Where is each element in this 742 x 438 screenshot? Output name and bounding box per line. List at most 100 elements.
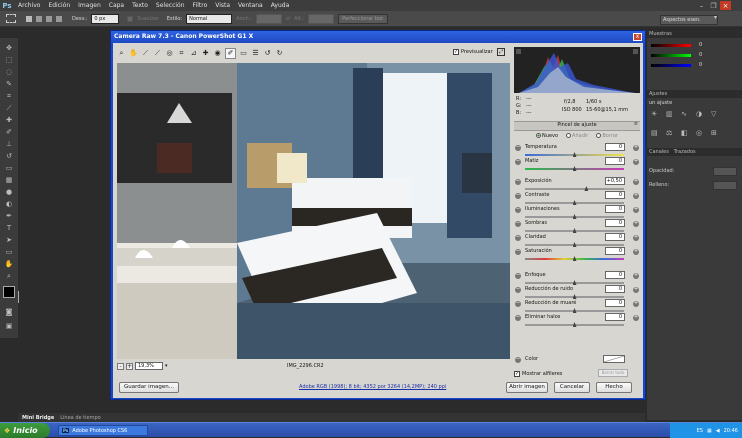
add-selection-icon[interactable] [36,15,42,22]
channel-mixer-icon[interactable]: ⊞ [711,129,723,145]
vibrance-icon[interactable]: ▽ [711,110,723,126]
straighten-tool-icon[interactable]: ⊿ [189,49,198,58]
decrease-icon[interactable]: − [515,301,521,307]
slider-value-input[interactable]: 0 [605,233,625,241]
width-input[interactable] [255,13,282,24]
network-icon[interactable]: ▦ [707,428,712,434]
cancel-button[interactable]: Cancelar [554,382,590,393]
menu-imagen[interactable]: Imagen [74,0,105,11]
zoom-tool-icon[interactable]: ⌕ [117,49,126,58]
mode-new-radio[interactable] [536,133,542,138]
increase-icon[interactable]: + [633,301,639,307]
clock[interactable]: 20:46 [724,428,738,434]
rotate-cw-icon[interactable]: ↻ [275,49,284,58]
slider-value-input[interactable]: 0 [605,313,625,321]
decrease-icon[interactable]: − [515,145,521,151]
antialias-checkbox[interactable] [127,15,134,22]
slider-value-input[interactable]: 0 [605,143,625,151]
workflow-options-link[interactable]: Adobe RGB (1998); 8 bit; 4352 por 3264 (… [299,384,446,390]
rotate-ccw-icon[interactable]: ↺ [263,49,272,58]
pen-tool-icon[interactable]: ✒ [5,212,13,220]
graduated-filter-icon[interactable]: ▭ [239,49,248,58]
preferences-icon[interactable]: ☰ [251,49,260,58]
color-sampler-icon[interactable]: ⟋ [153,49,162,58]
mode-add-radio[interactable] [566,133,572,138]
increase-icon[interactable]: + [633,249,639,255]
foreground-color-swatch[interactable] [3,286,15,298]
eyedropper-icon[interactable]: ⟋ [5,104,13,112]
new-selection-icon[interactable] [26,15,32,22]
mode-new[interactable]: Nuevo [536,133,558,139]
increase-icon[interactable]: + [633,273,639,279]
slider-value-input[interactable]: 0 [605,285,625,293]
menu-archivo[interactable]: Archivo [14,0,44,11]
levels-icon[interactable]: ▥ [666,110,678,126]
stamp-tool-icon[interactable]: ⊥ [5,140,13,148]
swatches-panel-header[interactable]: Muestras [647,30,742,38]
dodge-tool-icon[interactable]: ◐ [5,200,13,208]
increase-icon[interactable]: + [633,179,639,185]
spot-removal-icon[interactable]: ✚ [201,49,210,58]
opacity-input[interactable] [713,167,737,176]
shadow-clipping-icon[interactable] [516,49,521,54]
lasso-tool-icon[interactable]: ◌ [5,68,13,76]
start-button[interactable]: ❖ Inicio [0,423,50,438]
menu-edicion[interactable]: Edición [44,0,74,11]
increase-icon[interactable]: + [633,193,639,199]
photo-filter-icon[interactable]: ◎ [696,129,708,145]
language-indicator[interactable]: ES [697,428,703,434]
workspace-chevron-icon[interactable]: ▾ [714,14,717,21]
menu-ayuda[interactable]: Ayuda [267,0,294,11]
swap-icon[interactable]: ⇄ [286,16,290,22]
brush-tool-icon[interactable]: ✐ [5,128,13,136]
style-select[interactable]: Normal [186,13,233,24]
dialog-close-icon[interactable]: x [633,33,642,41]
intersect-selection-icon[interactable] [56,15,62,22]
preview-toggle[interactable]: ✓ Previsualizar [453,49,493,55]
height-input[interactable] [308,13,335,24]
menu-seleccion[interactable]: Selección [152,0,189,11]
healing-brush-icon[interactable]: ✚ [5,116,13,124]
red-slider[interactable] [651,44,691,47]
slider-value-input[interactable]: 0 [605,205,625,213]
decrease-icon[interactable]: − [515,207,521,213]
history-brush-icon[interactable]: ↺ [5,152,13,160]
highlight-clipping-icon[interactable] [633,49,638,54]
mode-erase-radio[interactable] [596,133,602,138]
done-button[interactable]: Hecho [596,382,632,393]
preview-checkbox[interactable]: ✓ [453,49,459,55]
red-value[interactable]: 0 [699,42,702,48]
menu-capa[interactable]: Capa [105,0,128,11]
blue-value[interactable]: 0 [699,62,702,68]
timeline-tab[interactable]: Línea de tiempo [60,415,100,421]
fullscreen-icon[interactable]: ⤢ [497,48,505,56]
increase-icon[interactable]: + [633,235,639,241]
slider-value-input[interactable]: 0 [605,157,625,165]
workspace-select[interactable]: Aspectos esen. [660,15,718,25]
decrease-icon[interactable]: − [515,193,521,199]
slider-value-input[interactable]: 0 [605,299,625,307]
decrease-icon[interactable]: − [515,221,521,227]
targeted-adjust-icon[interactable]: ◎ [165,49,174,58]
decrease-icon[interactable]: − [515,179,521,185]
show-pins-checkbox[interactable]: ✓ [514,370,520,377]
slider-value-input[interactable]: 0 [605,271,625,279]
decrease-icon[interactable]: − [515,249,521,255]
slider-track[interactable] [525,188,624,190]
slider-value-input[interactable]: +0,50 [605,177,625,185]
menu-filtro[interactable]: Filtro [189,0,212,11]
hue-icon[interactable]: ▤ [651,129,663,145]
save-image-button[interactable]: Guardar imagen... [119,382,179,393]
decrease-icon[interactable]: − [515,315,521,321]
open-image-button[interactable]: Abrir imagen [506,382,548,393]
increase-icon[interactable]: + [633,159,639,165]
curves-icon[interactable]: ∿ [681,110,693,126]
brightness-icon[interactable]: ☀ [651,110,663,126]
subtract-selection-icon[interactable] [46,15,52,22]
white-balance-icon[interactable]: ⟋ [141,49,150,58]
blue-slider[interactable] [651,64,691,67]
zoom-out-button[interactable]: - [117,362,124,370]
increase-icon[interactable]: + [633,315,639,321]
feather-input[interactable]: 0 px [91,13,120,24]
close-icon[interactable]: × [720,1,731,10]
